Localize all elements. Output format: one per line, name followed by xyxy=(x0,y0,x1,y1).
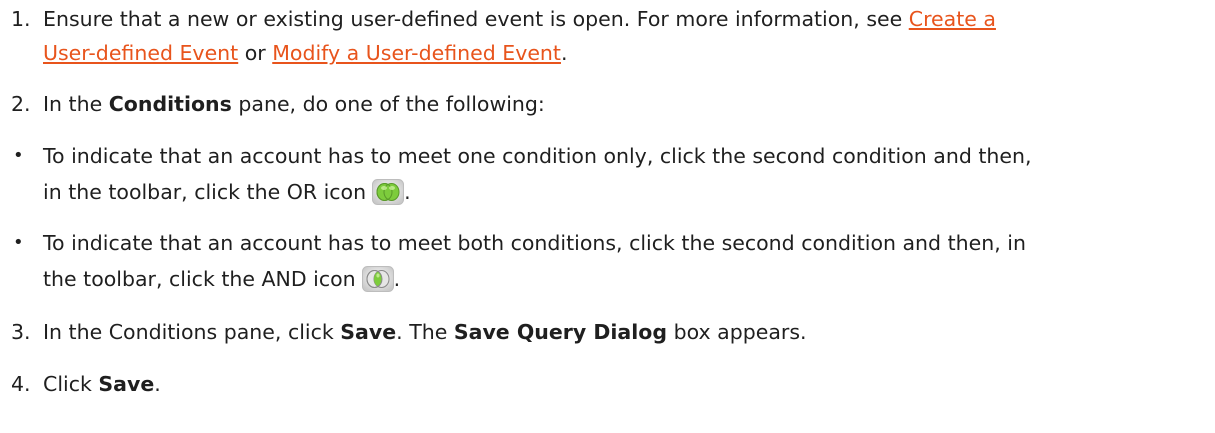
step-3-mid: . The xyxy=(396,320,454,344)
bullet-text-continued: in the toolbar, click the OR icon . xyxy=(43,175,411,215)
bullet-and-end: . xyxy=(393,267,401,291)
conditions-label: Conditions xyxy=(108,92,232,116)
step-3-suffix: box appears. xyxy=(667,320,807,344)
save-query-dialog-label: Save Query Dialog xyxy=(453,320,668,344)
save-label: Save xyxy=(98,372,155,396)
step-1-end: . xyxy=(560,41,568,65)
instructions-document: 1. Ensure that a new or existing user-de… xyxy=(0,0,1215,433)
step-number: 4. xyxy=(11,372,31,396)
step-1-text: Ensure that a new or existing user-defin… xyxy=(43,7,909,31)
bullet-and-text2: the toolbar, click the AND icon xyxy=(43,267,356,291)
step-1-continued: User-defined Event or Modify a User-defi… xyxy=(43,36,568,70)
step-1-or: or xyxy=(238,41,273,65)
create-event-link-part1[interactable]: Create a xyxy=(909,7,996,31)
or-condition-icon xyxy=(372,179,405,215)
bullet-or-end: . xyxy=(404,180,411,204)
bullet-text: To indicate that an account has to meet … xyxy=(43,144,1032,168)
create-event-link-part2[interactable]: User-defined Event xyxy=(43,41,238,65)
step-3-prefix: In the Conditions pane, click xyxy=(43,320,341,344)
and-condition-icon xyxy=(361,266,394,302)
step-text: In the Conditions pane, click Save. The … xyxy=(43,315,807,349)
step-text: Ensure that a new or existing user-defin… xyxy=(43,2,996,36)
step-2-prefix: In the xyxy=(43,92,109,116)
bullet-text-continued: the toolbar, click the AND icon . xyxy=(43,262,400,302)
bullet-or-text2: in the toolbar, click the OR icon xyxy=(43,180,367,204)
bullet-marker: • xyxy=(13,232,24,253)
step-2-suffix: pane, do one of the following: xyxy=(231,92,545,116)
save-label: Save xyxy=(340,320,397,344)
step-text: Click Save. xyxy=(43,367,161,401)
step-number: 2. xyxy=(11,92,31,116)
modify-event-link[interactable]: Modify a User-defined Event xyxy=(272,41,561,65)
step-4-suffix: . xyxy=(154,372,161,396)
step-text: In the Conditions pane, do one of the fo… xyxy=(43,87,545,121)
step-4-prefix: Click xyxy=(43,372,99,396)
bullet-text: To indicate that an account has to meet … xyxy=(43,231,1026,255)
step-number: 3. xyxy=(11,320,31,344)
bullet-marker: • xyxy=(13,145,24,166)
step-number: 1. xyxy=(11,7,31,31)
